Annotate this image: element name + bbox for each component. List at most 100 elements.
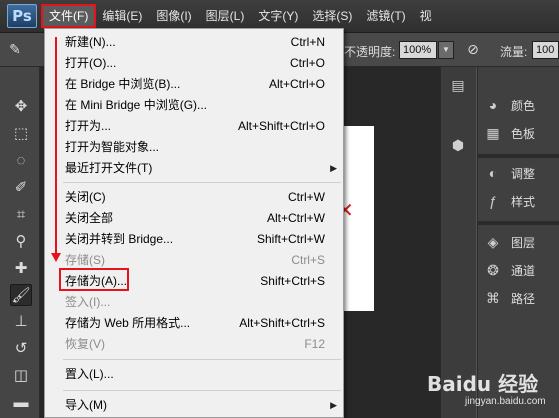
- menu-item-open[interactable]: 打开(O)... Ctrl+O: [45, 53, 343, 74]
- menu-item-shortcut: Ctrl+O: [289, 56, 325, 70]
- clone-stamp-tool-icon[interactable]: ⊥: [10, 311, 32, 333]
- menu-item-label: 关闭(C): [65, 190, 106, 204]
- panel-channels[interactable]: ❂ 通道: [481, 259, 559, 281]
- menu-item-shortcut: Alt+Shift+Ctrl+O: [237, 119, 325, 133]
- menu-item-shortcut: Ctrl+S: [291, 253, 325, 267]
- panel-paths-label: 路径: [511, 291, 536, 306]
- panel-swatches[interactable]: ▦ 色板: [481, 122, 559, 144]
- panel-swatches-label: 色板: [511, 126, 536, 141]
- menu-item-shortcut: F12: [304, 337, 325, 351]
- menu-item-open-as[interactable]: 打开为... Alt+Shift+Ctrl+O: [45, 116, 343, 137]
- 3d-panel-icon[interactable]: ⬢: [447, 134, 469, 156]
- pressure-opacity-icon[interactable]: ⊘: [464, 41, 482, 59]
- crop-tool-icon[interactable]: ⌗: [10, 204, 32, 226]
- menu-item-label: 关闭全部: [65, 211, 114, 225]
- menu-item-import[interactable]: 导入(M) ▶: [45, 395, 343, 416]
- quick-select-tool-icon[interactable]: ✐: [10, 177, 32, 199]
- menu-item-place[interactable]: 置入(L)...: [45, 364, 343, 385]
- menu-item-browse-mini-bridge[interactable]: 在 Mini Bridge 中浏览(G)...: [45, 95, 343, 116]
- menu-image[interactable]: 图像(I): [149, 5, 198, 27]
- menu-item-shortcut: Alt+Ctrl+O: [268, 77, 325, 91]
- menu-item-label: 打开为智能对象...: [65, 140, 160, 154]
- menu-item-label: 在 Mini Bridge 中浏览(G)...: [65, 98, 208, 112]
- channels-icon: ❂: [487, 261, 499, 278]
- menu-item-check-in: 签入(I)...: [45, 292, 343, 313]
- marquee-tool-icon[interactable]: ⬚: [10, 123, 32, 145]
- layers-icon: ◈: [487, 233, 499, 250]
- paths-icon: ⌘: [486, 289, 500, 306]
- file-menu-dropdown: 新建(N)... Ctrl+N 打开(O)... Ctrl+O 在 Bridge…: [44, 28, 344, 418]
- brush-preset-icon[interactable]: ✎: [6, 41, 24, 59]
- menu-item-browse-bridge[interactable]: 在 Bridge 中浏览(B)... Alt+Ctrl+O: [45, 74, 343, 95]
- panel-paths[interactable]: ⌘ 路径: [481, 287, 559, 309]
- menu-item-label: 最近打开文件(T): [65, 161, 153, 175]
- menu-item-shortcut: Shift+Ctrl+S: [260, 274, 325, 288]
- menu-item-label: 关闭并转到 Bridge...: [65, 232, 174, 246]
- flow-input[interactable]: 100: [532, 41, 559, 59]
- menu-item-shortcut: Alt+Ctrl+W: [266, 211, 325, 225]
- panel-group-divider: [477, 221, 559, 225]
- menu-item-label: 打开(O)...: [65, 56, 117, 70]
- menu-item-label: 在 Bridge 中浏览(B)...: [65, 77, 181, 91]
- panel-adjustments[interactable]: ◐ 调整: [481, 162, 559, 184]
- panel-color-label: 颜色: [511, 98, 536, 113]
- menu-select[interactable]: 选择(S): [305, 5, 359, 27]
- menu-item-close-go-bridge[interactable]: 关闭并转到 Bridge... Shift+Ctrl+W: [45, 229, 343, 250]
- photoshop-logo: Ps: [7, 4, 37, 28]
- eyedropper-tool-icon[interactable]: ⚲: [10, 231, 32, 253]
- menu-filter[interactable]: 滤镜(T): [359, 5, 412, 27]
- menu-item-label: 新建(N)...: [65, 35, 116, 49]
- menu-item-label: 存储为 Web 所用格式...: [65, 316, 191, 330]
- menu-item-new[interactable]: 新建(N)... Ctrl+N: [45, 32, 343, 53]
- brush-tool-icon[interactable]: 🖌: [10, 284, 32, 306]
- save-as-highlight-box: [59, 268, 129, 291]
- flow-label: 流量:: [500, 45, 528, 59]
- panel-icon-strip: [440, 67, 476, 418]
- opacity-label: 不透明度:: [344, 45, 396, 59]
- menu-item-label: 恢复(V): [65, 337, 105, 351]
- annotation-arrowhead-icon: [51, 253, 61, 262]
- menu-item-recent-files[interactable]: 最近打开文件(T) ▶: [45, 158, 343, 179]
- menu-separator: [63, 390, 341, 391]
- panel-group-divider: [477, 154, 559, 158]
- menu-separator: [63, 359, 341, 360]
- menu-item-shortcut: Ctrl+W: [288, 190, 325, 204]
- menu-file[interactable]: 文件(F): [40, 4, 97, 28]
- menu-layer[interactable]: 图层(L): [199, 5, 252, 27]
- menu-edit[interactable]: 编辑(E): [95, 5, 149, 27]
- history-brush-tool-icon[interactable]: ↺: [10, 338, 32, 360]
- styles-icon: ƒ: [489, 193, 497, 209]
- move-tool-icon[interactable]: ✥: [10, 96, 32, 118]
- lasso-tool-icon[interactable]: ◌: [10, 150, 32, 172]
- submenu-arrow-icon: ▶: [330, 163, 337, 173]
- panel-styles[interactable]: ƒ 样式: [481, 190, 559, 212]
- opacity-dropdown-icon[interactable]: ▼: [438, 41, 454, 59]
- history-panel-icon[interactable]: ▤: [447, 74, 469, 96]
- annotation-arrow-line: [55, 37, 57, 255]
- menu-view[interactable]: 视: [413, 5, 439, 27]
- gradient-tool-icon[interactable]: ▬: [10, 392, 32, 414]
- baidu-watermark: Baidu 经验 jingyan.baidu.com: [425, 368, 555, 412]
- submenu-arrow-icon: ▶: [330, 400, 337, 410]
- menu-item-close-all[interactable]: 关闭全部 Alt+Ctrl+W: [45, 208, 343, 229]
- menu-item-shortcut: Alt+Shift+Ctrl+S: [239, 316, 325, 330]
- menu-item-shortcut: Shift+Ctrl+W: [256, 232, 325, 246]
- panel-adjustments-label: 调整: [511, 166, 536, 181]
- healing-brush-tool-icon[interactable]: ✚: [10, 258, 32, 280]
- eraser-tool-icon[interactable]: ◫: [10, 365, 32, 387]
- panel-layers-label: 图层: [511, 235, 536, 250]
- menu-separator: [63, 182, 341, 183]
- opacity-input[interactable]: 100%: [399, 41, 437, 59]
- panel-channels-label: 通道: [511, 263, 536, 278]
- adjustments-icon: ◐: [488, 165, 498, 181]
- menu-type[interactable]: 文字(Y): [251, 5, 305, 27]
- menu-item-open-smart-object[interactable]: 打开为智能对象...: [45, 137, 343, 158]
- menu-item-shortcut: Ctrl+N: [290, 35, 325, 49]
- menu-item-save-for-web[interactable]: 存储为 Web 所用格式... Alt+Shift+Ctrl+S: [45, 313, 343, 334]
- panel-layers[interactable]: ◈ 图层: [481, 231, 559, 253]
- menu-item-label: 打开为...: [65, 119, 112, 133]
- menu-item-close[interactable]: 关闭(C) Ctrl+W: [45, 187, 343, 208]
- menu-item-label: 签入(I)...: [65, 295, 111, 309]
- watermark-url: jingyan.baidu.com: [465, 396, 546, 407]
- panel-color[interactable]: ◕ 颜色: [481, 94, 559, 116]
